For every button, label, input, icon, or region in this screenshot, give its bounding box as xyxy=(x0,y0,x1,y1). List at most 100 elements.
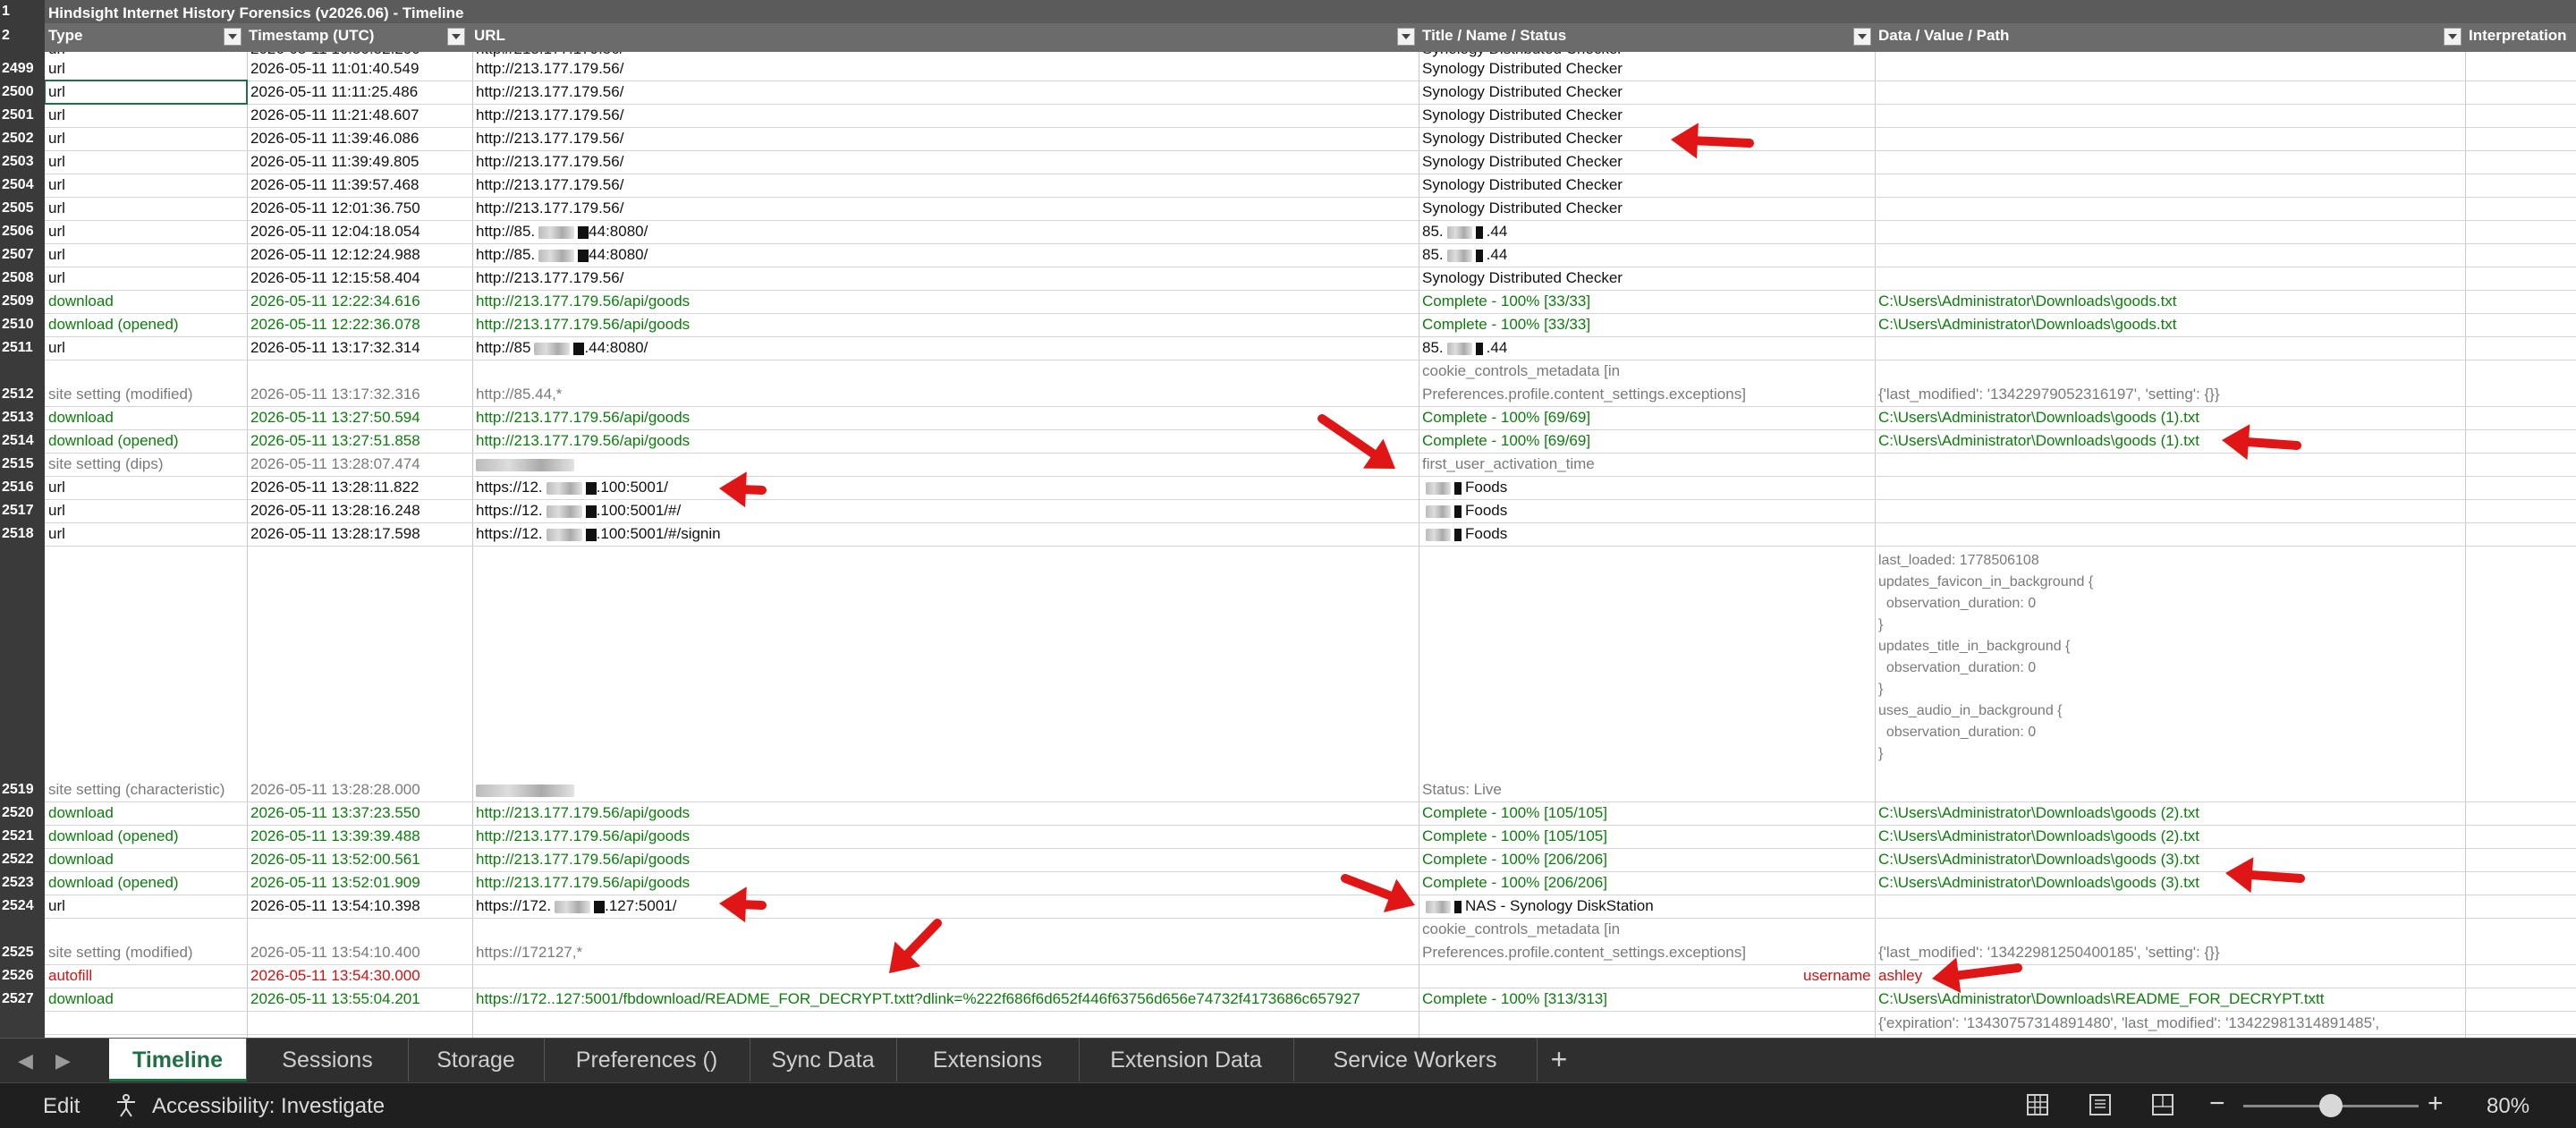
timestamp-cell: 2026-05-11 13:27:50.594 xyxy=(250,409,420,426)
column-header-title-name-status: Title / Name / Status xyxy=(1422,27,1567,44)
type-cell: url xyxy=(48,153,65,170)
title-cell: Complete - 100% [33/33] xyxy=(1422,293,1590,310)
row-divider xyxy=(45,104,2576,105)
redaction-blur xyxy=(1426,528,1451,541)
tab-service-workers[interactable]: Service Workers xyxy=(1293,1039,1538,1081)
data-cell-line: } xyxy=(1878,617,1884,632)
redaction-blur xyxy=(476,458,574,471)
title-cell: Complete - 100% [206/206] xyxy=(1422,851,1607,869)
next-sheet-arrow-icon[interactable]: ▶ xyxy=(55,1049,71,1073)
url-text: https://172. xyxy=(476,990,552,1007)
zoom-level[interactable]: 80% xyxy=(2487,1094,2529,1119)
accessibility-icon[interactable] xyxy=(114,1094,138,1117)
redaction-block xyxy=(1454,528,1462,541)
redaction-blur xyxy=(546,481,582,495)
filter-dropdown-icon[interactable] xyxy=(1853,28,1871,46)
column-header-interpretation: Interpretation xyxy=(2469,27,2567,44)
zoom-in-button[interactable]: + xyxy=(2428,1089,2444,1119)
selected-cell[interactable] xyxy=(45,80,248,105)
filter-dropdown-icon[interactable] xyxy=(2444,28,2462,46)
filter-dropdown-icon[interactable] xyxy=(1397,28,1415,46)
timestamp-cell: 2026-05-11 13:28:16.248 xyxy=(250,502,420,519)
tab-preferences[interactable]: Preferences () xyxy=(544,1039,750,1081)
row-divider xyxy=(45,313,2576,314)
row-divider xyxy=(45,127,2576,128)
row-number: 2524 xyxy=(2,898,34,913)
normal-view-icon[interactable] xyxy=(2027,1094,2048,1115)
filter-dropdown-icon[interactable] xyxy=(447,28,465,46)
tab-storage[interactable]: Storage xyxy=(408,1039,545,1081)
title-cell: Synology Distributed Checker xyxy=(1422,52,1623,58)
title-cell: Foods xyxy=(1422,479,1507,496)
url-cell: https://172..127:5001/fbdownload/README_… xyxy=(476,990,1360,1008)
timestamp-cell: 2026-05-11 13:28:17.598 xyxy=(250,525,420,542)
tab-extension-data[interactable]: Extension Data xyxy=(1079,1039,1294,1081)
title-text: Complete - 100% [105/105] xyxy=(1422,804,1607,821)
title-text: Complete - 100% [206/206] xyxy=(1422,874,1607,891)
title-cell: Synology Distributed Checker xyxy=(1422,130,1623,148)
url-text: http://213.177.179.56/ xyxy=(476,153,624,170)
row-number: 2509 xyxy=(2,293,34,309)
timestamp-cell: 2026-05-11 11:39:57.468 xyxy=(250,176,419,193)
title-text: Synology Distributed Checker xyxy=(1422,269,1623,286)
url-cell: http://213.177.179.56/ xyxy=(476,52,623,58)
redaction-block xyxy=(585,528,597,541)
column-divider xyxy=(2465,52,2466,1038)
url-cell: http://213.177.179.56/ xyxy=(476,83,623,101)
type-cell: url xyxy=(48,479,65,496)
title-text: Synology Distributed Checker xyxy=(1422,176,1623,193)
type-cell: url xyxy=(48,130,65,147)
title-cell: Foods xyxy=(1422,525,1507,543)
data-cell: {'last_modified': '13422981250400185', '… xyxy=(1878,944,2220,961)
timestamp-cell: 2026-05-11 13:39:39.488 xyxy=(250,827,420,844)
timestamp-cell: 2026-05-11 13:54:10.398 xyxy=(250,897,420,914)
edit-mode-label: Edit xyxy=(43,1094,80,1118)
url-cell: http://213.177.179.56/ xyxy=(476,153,623,171)
title-cell: first_user_activation_time xyxy=(1422,455,1595,473)
row-divider xyxy=(45,964,2576,965)
sheet-title-row: Hindsight Internet History Forensics (v2… xyxy=(0,0,2576,23)
row-number: 2515 xyxy=(2,456,34,471)
type-cell: download xyxy=(48,804,114,821)
data-cell: {'last_modified': '13422979052316197', '… xyxy=(1878,386,2220,403)
data-cell: C:\Users\Administrator\Downloads\goods (… xyxy=(1878,409,2200,426)
accessibility-status[interactable]: Accessibility: Investigate xyxy=(152,1094,385,1119)
add-sheet-button[interactable]: + xyxy=(1537,1039,1581,1081)
timestamp-cell: 2026-05-11 13:52:00.561 xyxy=(250,851,420,868)
page-layout-view-icon[interactable] xyxy=(2089,1094,2111,1115)
filter-dropdown-icon[interactable] xyxy=(224,28,242,46)
data-cell-line: observation_duration: 0 xyxy=(1878,596,2037,611)
autofill-field-name: username xyxy=(1803,967,1871,984)
timestamp-cell: 2026-05-11 11:39:49.805 xyxy=(250,153,419,170)
url-text: http://213.177.179.56/ xyxy=(476,176,624,193)
timestamp-cell: 2026-05-11 11:11:25.486 xyxy=(250,83,419,100)
row-divider xyxy=(45,546,2576,547)
data-cell-line: } xyxy=(1878,746,1884,761)
title-text-tail: NAS - Synology DiskStation xyxy=(1465,897,1654,914)
url-cell: http://213.177.179.56/ xyxy=(476,106,623,124)
url-cell: http://85. 44:8080/ xyxy=(476,223,648,241)
row-divider xyxy=(45,801,2576,802)
prev-sheet-arrow-icon[interactable]: ◀ xyxy=(18,1049,33,1073)
row-number: 1 xyxy=(2,4,10,19)
zoom-slider-thumb[interactable] xyxy=(2319,1094,2343,1117)
row-divider xyxy=(45,825,2576,826)
title-text: Complete - 100% [105/105] xyxy=(1422,827,1607,844)
title-text: 85. xyxy=(1422,223,1444,240)
url-text-tail: .100:5001/#/ xyxy=(596,502,682,519)
row-number: 2502 xyxy=(2,131,34,146)
url-cell: https://172127,* xyxy=(476,944,582,962)
tab-sessions[interactable]: Sessions xyxy=(247,1039,409,1081)
zoom-out-button[interactable]: − xyxy=(2209,1089,2225,1119)
title-text-tail: .44 xyxy=(1486,246,1508,263)
row-divider xyxy=(45,522,2576,523)
url-cell: http://213.177.179.56/ xyxy=(476,130,623,148)
row-number: 2 xyxy=(2,28,10,43)
url-text: https://12. xyxy=(476,502,543,519)
tab-extensions[interactable]: Extensions xyxy=(896,1039,1080,1081)
redaction-block xyxy=(573,342,585,355)
page-break-view-icon[interactable] xyxy=(2152,1094,2174,1115)
sheet-title: Hindsight Internet History Forensics (v2… xyxy=(48,4,464,21)
tab-sync-data[interactable]: Sync Data xyxy=(750,1039,897,1081)
tab-timeline[interactable]: Timeline xyxy=(109,1039,247,1081)
